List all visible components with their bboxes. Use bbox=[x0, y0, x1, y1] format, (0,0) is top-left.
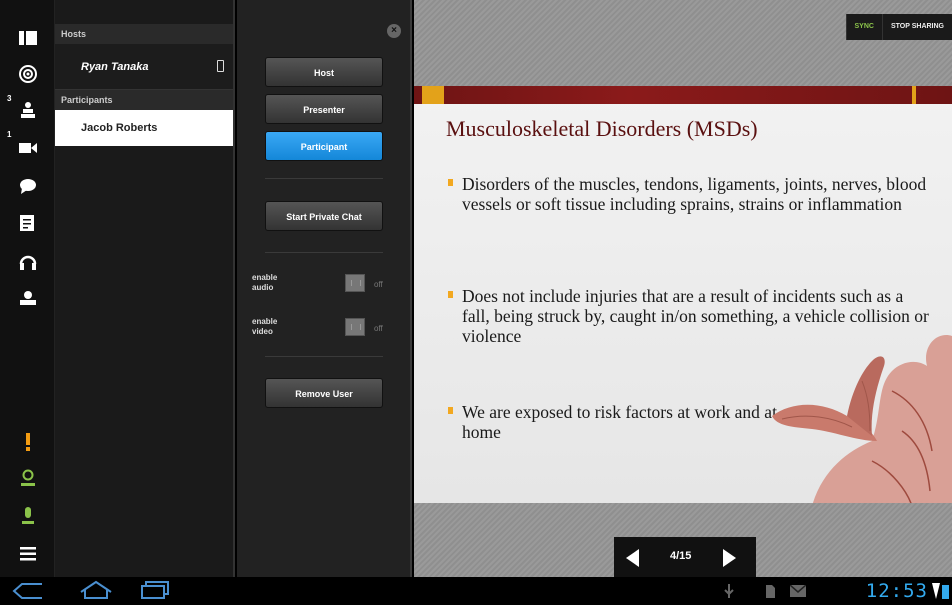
hosts-header: Hosts bbox=[55, 24, 233, 44]
system-navigation-bar: 12:53 bbox=[0, 577, 952, 605]
microphone-icon[interactable] bbox=[18, 506, 38, 526]
audio-toggle[interactable] bbox=[345, 274, 365, 292]
notes-icon[interactable] bbox=[18, 214, 38, 234]
video-count-badge: 1 bbox=[7, 130, 12, 139]
user-status-icon[interactable] bbox=[18, 468, 38, 488]
participant-name: Jacob Roberts bbox=[81, 122, 158, 134]
participant-row-selected[interactable]: Jacob Roberts bbox=[55, 110, 233, 146]
host-name: Ryan Tanaka bbox=[81, 61, 149, 73]
slide-header-bar bbox=[414, 86, 952, 104]
divider bbox=[265, 252, 383, 253]
role-host-button[interactable]: Host bbox=[265, 57, 383, 87]
slide-bullet: Disorders of the muscles, tendons, ligam… bbox=[448, 174, 932, 214]
muscle-anatomy-image bbox=[772, 335, 952, 503]
home-icon[interactable] bbox=[78, 580, 114, 600]
slide: Musculoskeletal Disorders (MSDs) Disorde… bbox=[414, 86, 952, 503]
enable-video-label: enable video bbox=[252, 317, 278, 336]
role-presenter-button[interactable]: Presenter bbox=[265, 94, 383, 124]
grid-icon[interactable] bbox=[18, 28, 38, 48]
user-actions-panel: × Host Presenter Participant Start Priva… bbox=[237, 0, 412, 577]
sd-card-icon bbox=[766, 585, 775, 598]
slide-bullet: We are exposed to risk factors at work a… bbox=[448, 402, 782, 442]
clock: 12:53 bbox=[865, 580, 928, 602]
slide-pager: 4/15 bbox=[614, 537, 756, 577]
email-icon bbox=[790, 585, 806, 597]
stop-sharing-button[interactable]: STOP SHARING bbox=[881, 14, 952, 40]
slide-title: Musculoskeletal Disorders (MSDs) bbox=[446, 116, 758, 141]
sync-button[interactable]: SYNC bbox=[845, 14, 882, 40]
video-toggle[interactable] bbox=[345, 318, 365, 336]
share-icon[interactable] bbox=[18, 288, 38, 308]
alert-icon[interactable] bbox=[18, 432, 38, 452]
people-icon[interactable] bbox=[18, 100, 38, 120]
participants-header: Participants bbox=[55, 90, 233, 110]
headset-icon[interactable] bbox=[18, 252, 38, 272]
usb-icon bbox=[724, 584, 734, 598]
divider bbox=[265, 356, 383, 357]
participant-count-badge: 3 bbox=[7, 94, 12, 103]
previous-slide-icon[interactable] bbox=[626, 549, 639, 567]
people-panel: Hosts Ryan Tanaka Participants Jacob Rob… bbox=[55, 0, 235, 577]
tool-rail: 3 1 bbox=[0, 0, 55, 577]
close-icon[interactable]: × bbox=[387, 24, 401, 38]
recent-apps-icon[interactable] bbox=[140, 581, 170, 599]
audio-toggle-state: off bbox=[374, 280, 383, 289]
remove-user-button[interactable]: Remove User bbox=[265, 378, 383, 408]
video-toggle-state: off bbox=[374, 324, 383, 333]
role-participant-button[interactable]: Participant bbox=[265, 131, 383, 161]
video-camera-icon[interactable] bbox=[18, 138, 38, 158]
back-icon[interactable] bbox=[12, 582, 50, 600]
next-slide-icon[interactable] bbox=[723, 549, 736, 567]
start-private-chat-button[interactable]: Start Private Chat bbox=[265, 201, 383, 231]
share-controls: SYNC STOP SHARING bbox=[845, 14, 952, 40]
divider bbox=[265, 178, 383, 179]
target-icon[interactable] bbox=[18, 64, 38, 84]
slide-page-counter: 4/15 bbox=[670, 550, 692, 562]
chat-icon[interactable] bbox=[18, 176, 38, 196]
mobile-device-icon bbox=[217, 60, 224, 72]
host-row[interactable]: Ryan Tanaka bbox=[55, 44, 233, 90]
enable-audio-label: enable audio bbox=[252, 273, 278, 292]
battery-icon bbox=[932, 583, 949, 599]
menu-icon[interactable] bbox=[18, 544, 38, 564]
presentation-stage: SYNC STOP SHARING Musculoskeletal Disord… bbox=[414, 0, 952, 577]
